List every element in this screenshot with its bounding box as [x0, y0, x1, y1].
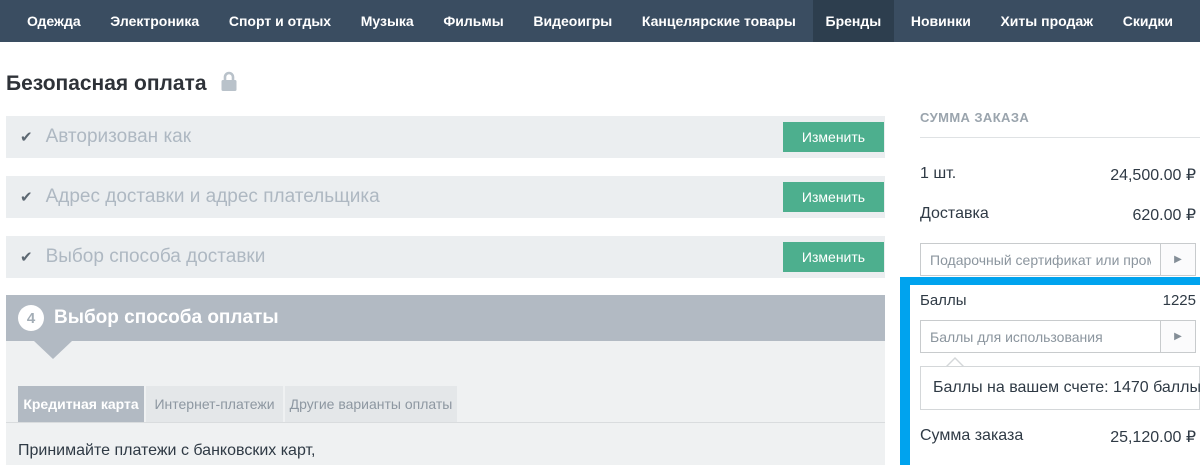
shipping-value: 620.00 ₽ — [1132, 205, 1196, 225]
page-title: Безопасная оплата — [6, 72, 207, 96]
total-label: Сумма заказа — [920, 427, 1023, 447]
payment-panel: Кредитная карта Интернет-платежи Другие … — [6, 341, 885, 465]
nav-item-clothing[interactable]: Одежда — [14, 0, 94, 42]
lock-icon — [219, 70, 239, 97]
tab-online-payments[interactable]: Интернет-платежи — [146, 386, 285, 422]
points-label: Баллы — [920, 292, 966, 309]
nav-item-brands[interactable]: Бренды — [813, 0, 895, 42]
tab-intro-text: Принимайте платежи с банковских карт, — [18, 442, 316, 460]
step-label: Выбор способа доставки — [46, 246, 266, 268]
points-balance-tooltip: Баллы на вашем счете: 1470 баллы. — [920, 366, 1200, 410]
summary-row-shipping: Доставка 620.00 ₽ — [920, 205, 1196, 225]
nav-item-music[interactable]: Музыка — [348, 0, 427, 42]
nav-item-stationery[interactable]: Канцелярские товары — [629, 0, 809, 42]
gift-certificate-combo: ▶ — [920, 243, 1196, 276]
points-value: 1225 — [1163, 292, 1196, 309]
step-header-label: Выбор способа оплаты — [54, 307, 279, 329]
summary-divider — [920, 137, 1200, 138]
order-summary-title: СУММА ЗАКАЗА — [920, 110, 1029, 125]
summary-row-quantity: 1 шт. 24,500.00 ₽ — [920, 165, 1196, 185]
points-combo: ▶ — [920, 320, 1196, 353]
change-auth-button[interactable]: Изменить — [783, 122, 884, 152]
step-header-pointer — [34, 341, 72, 359]
nav-item-new[interactable]: Новинки — [898, 0, 984, 42]
checkout-page: Одежда Электроника Спорт и отдых Музыка … — [0, 0, 1200, 465]
check-icon: ✔ — [20, 128, 33, 146]
shipping-label: Доставка — [920, 205, 989, 225]
nav-item-sports[interactable]: Спорт и отдых — [216, 0, 344, 42]
nav-item-electronics[interactable]: Электроника — [97, 0, 212, 42]
step-number-badge: 4 — [18, 305, 44, 331]
check-icon: ✔ — [20, 248, 33, 266]
tabs-divider — [6, 422, 885, 423]
step-header-payment-method: 4 Выбор способа оплаты — [6, 295, 885, 341]
step-row-address[interactable]: ✔ Адрес доставки и адрес плательщика Изм… — [6, 176, 885, 218]
step-row-authorized[interactable]: ✔ Авторизован как Изменить — [6, 116, 885, 158]
summary-row-total: Сумма заказа 25,120.00 ₽ — [920, 427, 1196, 447]
nav-item-movies[interactable]: Фильмы — [430, 0, 516, 42]
quantity-value: 24,500.00 ₽ — [1110, 165, 1196, 185]
quantity-label: 1 шт. — [920, 165, 956, 185]
check-icon: ✔ — [20, 188, 33, 206]
step-row-shipping-method[interactable]: ✔ Выбор способа доставки Изменить — [6, 236, 885, 278]
change-shipping-button[interactable]: Изменить — [783, 242, 884, 272]
summary-row-points: Баллы 1225 — [920, 292, 1196, 309]
nav-item-discounts[interactable]: Скидки — [1110, 0, 1186, 42]
points-apply-button[interactable]: ▶ — [1160, 321, 1195, 352]
tab-credit-card[interactable]: Кредитная карта — [18, 386, 146, 422]
points-input[interactable] — [921, 321, 1160, 352]
total-value: 25,120.00 ₽ — [1110, 427, 1196, 447]
change-address-button[interactable]: Изменить — [783, 182, 884, 212]
step-label: Адрес доставки и адрес плательщика — [46, 186, 380, 208]
nav-item-bestsellers[interactable]: Хиты продаж — [987, 0, 1106, 42]
gift-certificate-input[interactable] — [921, 244, 1160, 275]
tab-other-payments[interactable]: Другие варианты оплаты — [285, 386, 459, 422]
gift-certificate-apply-button[interactable]: ▶ — [1160, 244, 1195, 275]
payment-tabs: Кредитная карта Интернет-платежи Другие … — [18, 386, 459, 422]
nav-item-videogames[interactable]: Видеоигры — [520, 0, 625, 42]
top-nav: Одежда Электроника Спорт и отдых Музыка … — [0, 0, 1200, 42]
step-label: Авторизован как — [46, 126, 191, 148]
